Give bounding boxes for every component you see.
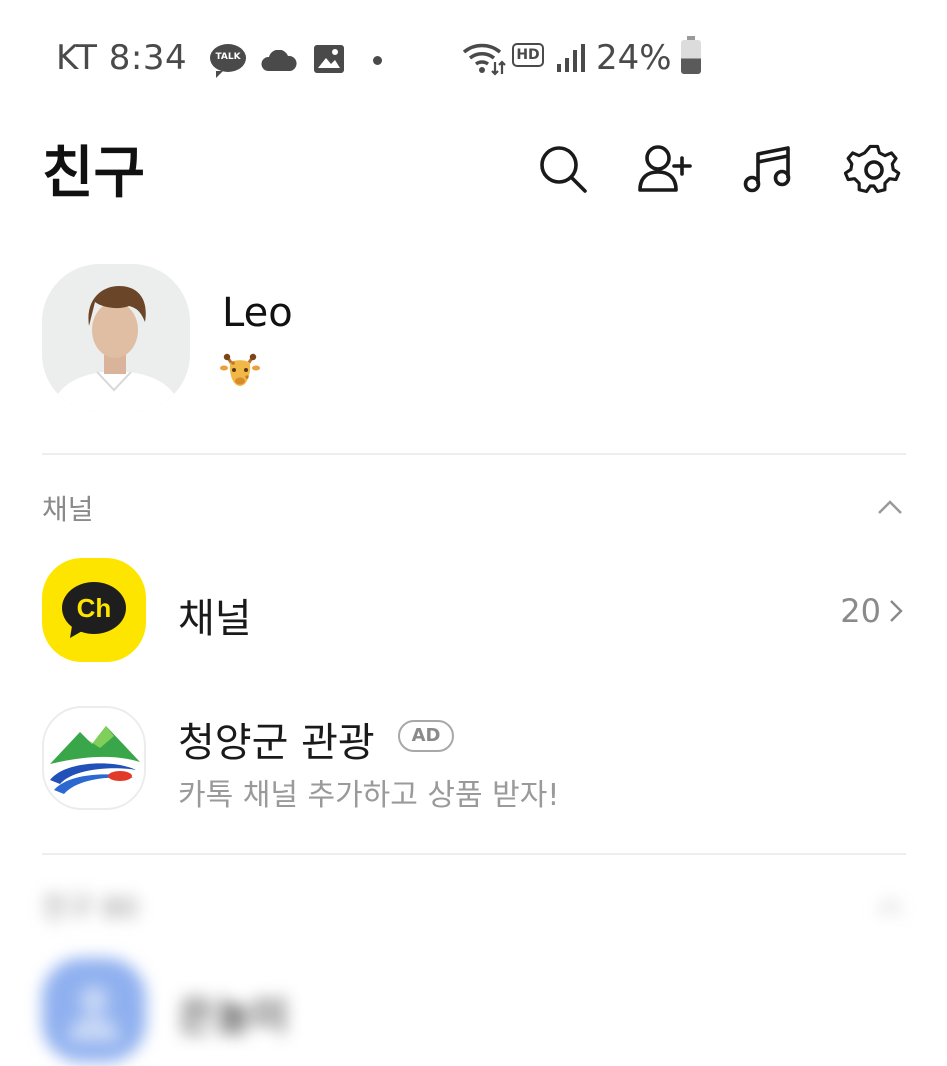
cloud-icon [261, 50, 297, 71]
dot-icon [373, 56, 382, 65]
ch-logo-text: Ch [77, 593, 112, 623]
default-person-icon [68, 986, 120, 1042]
wifi-icon [462, 43, 506, 76]
gallery-icon [314, 45, 344, 73]
signal-icon [557, 44, 585, 72]
search-icon[interactable] [534, 140, 594, 200]
channel-title: 채널 [178, 596, 252, 642]
settings-icon[interactable] [844, 140, 904, 200]
channel-ch-icon: Ch [42, 558, 146, 662]
talk-badge-label: TALK [215, 52, 241, 62]
add-friend-icon[interactable] [636, 140, 696, 200]
chevron-up-icon[interactable] [876, 498, 904, 516]
friend-name[interactable]: 은놀미 [178, 984, 288, 1042]
section-label-friends: 친구 80 [42, 891, 139, 924]
profile-name: Leo [222, 290, 293, 336]
giraffe-emoji-icon [220, 353, 260, 386]
ad-channel-title: 청양군 관광 [178, 720, 375, 766]
chevron-up-icon[interactable] [876, 898, 904, 916]
divider [42, 453, 906, 455]
profile-photo [42, 264, 190, 412]
hd-voice-icon: HD [512, 43, 544, 67]
music-icon[interactable] [740, 140, 800, 200]
profile-avatar[interactable] [42, 264, 190, 412]
page-title: 친구 [42, 141, 146, 206]
carrier-time: KT 8:34 [56, 38, 188, 78]
status-bar: KT 8:34 TALK HD 24% [0, 30, 947, 90]
battery-icon [681, 36, 701, 74]
divider [42, 853, 906, 855]
ad-badge: AD [398, 720, 454, 752]
talk-icon: TALK [210, 44, 246, 78]
cheongyang-logo-icon [42, 706, 146, 810]
friend-avatar[interactable] [42, 958, 146, 1062]
ad-channel-subtitle: 카톡 채널 추가하고 상품 받자! [178, 778, 560, 813]
chevron-right-icon [890, 600, 903, 622]
section-label-channel: 채널 [42, 493, 94, 526]
channel-count-value: 20 [840, 592, 881, 630]
battery-percent: 24% [596, 38, 672, 78]
channel-list-item[interactable]: Ch 채널 20 [0, 552, 947, 670]
channel-count: 20 [840, 592, 903, 630]
